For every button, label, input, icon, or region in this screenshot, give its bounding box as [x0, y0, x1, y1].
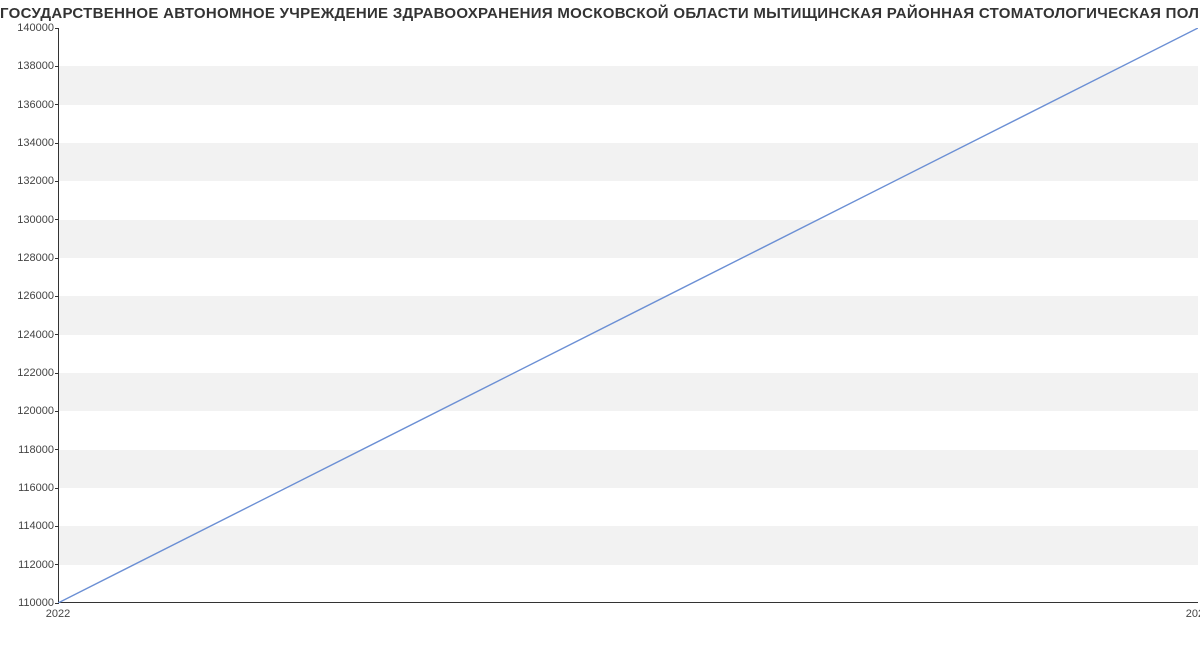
y-tick-mark — [55, 334, 59, 335]
y-tick-label: 122000 — [4, 367, 54, 379]
y-tick-mark — [55, 66, 59, 67]
y-tick-label: 124000 — [4, 329, 54, 341]
x-tick-label: 2024 — [1186, 608, 1200, 620]
y-tick-mark — [55, 526, 59, 527]
grid-band — [59, 296, 1198, 334]
y-tick-mark — [55, 488, 59, 489]
chart-title: ГОСУДАРСТВЕННОЕ АВТОНОМНОЕ УЧРЕЖДЕНИЕ ЗД… — [0, 5, 1200, 22]
y-tick-mark — [55, 411, 59, 412]
y-tick-label: 116000 — [4, 482, 54, 494]
grid-band — [59, 143, 1198, 181]
y-tick-label: 140000 — [4, 22, 54, 34]
y-tick-label: 132000 — [4, 175, 54, 187]
y-tick-mark — [55, 181, 59, 182]
y-tick-mark — [55, 104, 59, 105]
plot-wrapper: 1100001120001140001160001180001200001220… — [0, 28, 1200, 648]
y-tick-mark — [55, 219, 59, 220]
grid-band — [59, 526, 1198, 564]
grid-band — [59, 450, 1198, 488]
y-tick-label: 114000 — [4, 520, 54, 532]
y-tick-label: 126000 — [4, 290, 54, 302]
y-tick-label: 130000 — [4, 214, 54, 226]
y-tick-mark — [55, 373, 59, 374]
y-tick-label: 112000 — [4, 559, 54, 571]
y-tick-label: 118000 — [4, 444, 54, 456]
grid-band — [59, 220, 1198, 258]
grid-band — [59, 66, 1198, 104]
y-tick-label: 138000 — [4, 60, 54, 72]
y-tick-mark — [55, 143, 59, 144]
y-tick-label: 128000 — [4, 252, 54, 264]
y-tick-label: 120000 — [4, 405, 54, 417]
grid-band — [59, 373, 1198, 411]
y-tick-mark — [55, 564, 59, 565]
y-tick-label: 136000 — [4, 99, 54, 111]
x-tick-label: 2022 — [46, 608, 70, 620]
y-tick-mark — [55, 449, 59, 450]
y-tick-label: 134000 — [4, 137, 54, 149]
y-tick-mark — [55, 296, 59, 297]
y-tick-mark — [55, 28, 59, 29]
y-tick-mark — [55, 603, 59, 604]
plot-area — [58, 28, 1198, 603]
y-tick-mark — [55, 258, 59, 259]
